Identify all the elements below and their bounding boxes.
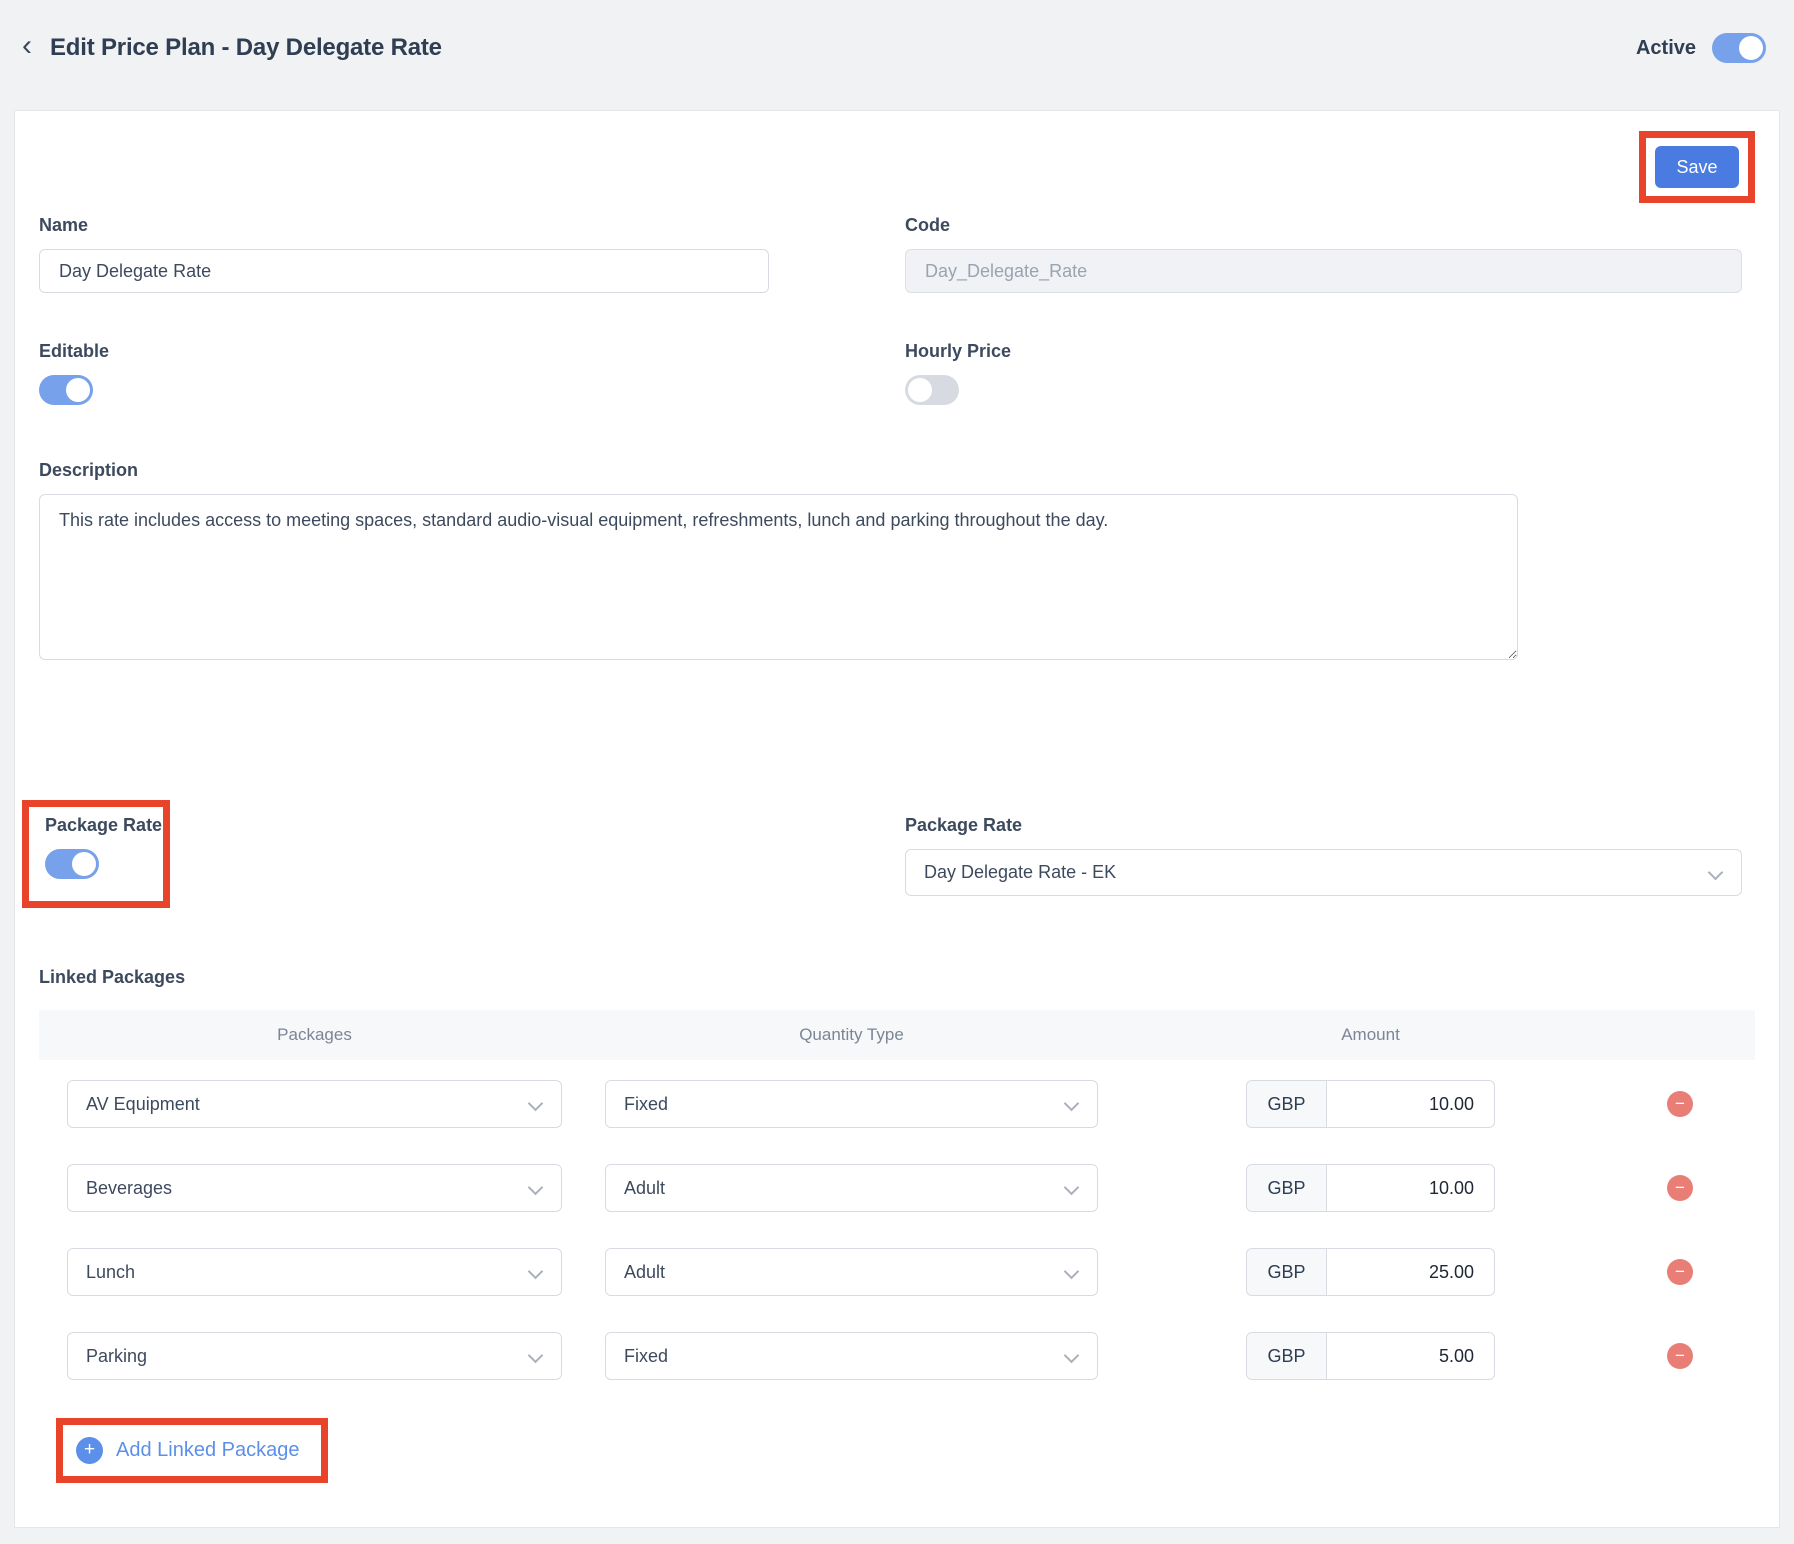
package-select-value: Parking (86, 1346, 147, 1367)
chevron-down-icon (1066, 1266, 1077, 1277)
editable-label: Editable (39, 341, 769, 361)
linked-packages-table-header: Packages Quantity Type Amount (39, 1010, 1755, 1060)
name-input[interactable] (39, 249, 769, 293)
amount-field: GBP (1246, 1332, 1495, 1380)
chevron-down-icon (1066, 1182, 1077, 1193)
editable-toggle[interactable] (39, 375, 93, 405)
package-select-value: Beverages (86, 1178, 172, 1199)
chevron-down-icon (1066, 1350, 1077, 1361)
hourly-price-toggle[interactable] (905, 375, 959, 405)
quantity-type-select-value: Adult (624, 1178, 665, 1199)
table-row: AV Equipment Fixed GBP − (39, 1080, 1755, 1128)
add-linked-package-button[interactable]: Add Linked Package (116, 1439, 299, 1462)
amount-input[interactable] (1327, 1332, 1495, 1380)
chevron-down-icon (1066, 1098, 1077, 1109)
remove-row-button[interactable]: − (1667, 1259, 1693, 1285)
editable-field-group: Editable (39, 341, 769, 410)
toggle-knob (66, 378, 90, 402)
amount-input[interactable] (1327, 1080, 1495, 1128)
header-right: Active (1636, 33, 1766, 63)
remove-row-button[interactable]: − (1667, 1343, 1693, 1369)
edit-price-plan-card: Save Name Code Editable Hourly Price Des… (14, 110, 1780, 1528)
toggle-knob (908, 378, 932, 402)
package-select[interactable]: Lunch (67, 1248, 562, 1296)
currency-prefix: GBP (1246, 1248, 1327, 1296)
name-code-row: Name Code (39, 215, 1755, 293)
package-rate-row: Package Rate Package Rate Day Delegate R… (39, 800, 1755, 908)
code-input (905, 249, 1742, 293)
amount-input[interactable] (1327, 1248, 1495, 1296)
hourly-price-label: Hourly Price (905, 341, 1742, 361)
package-select[interactable]: AV Equipment (67, 1080, 562, 1128)
package-select-value: AV Equipment (86, 1094, 200, 1115)
hourly-price-field-group: Hourly Price (905, 341, 1742, 410)
amount-input[interactable] (1327, 1164, 1495, 1212)
toggles-row: Editable Hourly Price (39, 341, 1755, 410)
chevron-down-icon (530, 1266, 541, 1277)
toggle-knob (72, 852, 96, 876)
package-rate-select-label: Package Rate (905, 815, 1742, 835)
remove-row-button[interactable]: − (1667, 1175, 1693, 1201)
description-section: Description This rate includes access to… (39, 460, 1755, 665)
quantity-type-select[interactable]: Fixed (605, 1080, 1098, 1128)
package-select-value: Lunch (86, 1262, 135, 1283)
chevron-down-icon (530, 1098, 541, 1109)
amount-field: GBP (1246, 1164, 1495, 1212)
code-label: Code (905, 215, 1742, 235)
quantity-type-select[interactable]: Fixed (605, 1332, 1098, 1380)
quantity-type-select[interactable]: Adult (605, 1164, 1098, 1212)
package-rate-select-value: Day Delegate Rate - EK (924, 862, 1116, 883)
package-rate-select-group: Package Rate Day Delegate Rate - EK (905, 800, 1742, 908)
name-field-group: Name (39, 215, 769, 293)
package-rate-toggle-label: Package Rate (45, 815, 163, 835)
linked-packages-rows: AV Equipment Fixed GBP − Beverages (39, 1080, 1755, 1380)
active-label: Active (1636, 37, 1696, 60)
quantity-type-select[interactable]: Adult (605, 1248, 1098, 1296)
active-toggle[interactable] (1712, 33, 1766, 63)
package-rate-toggle[interactable] (45, 849, 99, 879)
linked-packages-title: Linked Packages (39, 967, 1755, 988)
package-select[interactable]: Parking (67, 1332, 562, 1380)
amount-field: GBP (1246, 1080, 1495, 1128)
quantity-type-select-value: Fixed (624, 1346, 668, 1367)
table-row: Lunch Adult GBP − (39, 1248, 1755, 1296)
name-label: Name (39, 215, 769, 235)
column-header-packages: Packages (67, 1025, 562, 1045)
currency-prefix: GBP (1246, 1332, 1327, 1380)
save-button[interactable]: Save (1655, 146, 1739, 188)
save-row: Save (39, 131, 1755, 203)
plus-icon: + (76, 1437, 103, 1464)
amount-field: GBP (1246, 1248, 1495, 1296)
code-field-group: Code (905, 215, 1742, 293)
back-icon[interactable]: ‹ (22, 31, 32, 61)
description-label: Description (39, 460, 1755, 480)
package-rate-select[interactable]: Day Delegate Rate - EK (905, 849, 1742, 896)
remove-row-button[interactable]: − (1667, 1091, 1693, 1117)
toggle-knob (1739, 36, 1763, 60)
quantity-type-select-value: Adult (624, 1262, 665, 1283)
currency-prefix: GBP (1246, 1164, 1327, 1212)
chevron-down-icon (530, 1182, 541, 1193)
column-header-amount: Amount (1246, 1025, 1495, 1045)
package-select[interactable]: Beverages (67, 1164, 562, 1212)
description-textarea[interactable]: This rate includes access to meeting spa… (39, 494, 1518, 660)
table-row: Parking Fixed GBP − (39, 1332, 1755, 1380)
save-annotation-box: Save (1639, 131, 1755, 203)
linked-packages-section: Linked Packages Packages Quantity Type A… (39, 967, 1755, 1483)
chevron-down-icon (1710, 867, 1721, 878)
column-header-quantity-type: Quantity Type (605, 1025, 1098, 1045)
page-header: ‹ Edit Price Plan - Day Delegate Rate Ac… (0, 0, 1794, 110)
page-title: Edit Price Plan - Day Delegate Rate (50, 34, 442, 62)
package-rate-annotation-box: Package Rate (22, 800, 170, 908)
table-row: Beverages Adult GBP − (39, 1164, 1755, 1212)
chevron-down-icon (530, 1350, 541, 1361)
currency-prefix: GBP (1246, 1080, 1327, 1128)
quantity-type-select-value: Fixed (624, 1094, 668, 1115)
add-linked-package-annotation-box: + Add Linked Package (56, 1418, 328, 1483)
